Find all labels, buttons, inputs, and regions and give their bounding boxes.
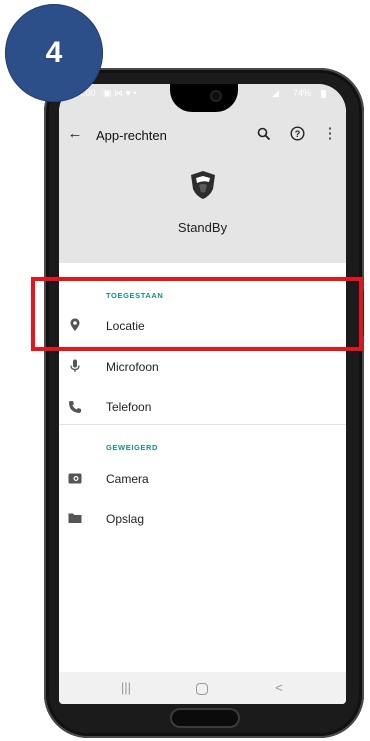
back-arrow-icon[interactable]: ← [65,124,85,144]
permission-row-camera[interactable]: Camera [59,461,346,497]
permission-row-phone[interactable]: Telefoon [59,390,346,426]
phone-screen: 14:00 ▣ ⋈ ♥ • ◢ 74% ← App-rechten ? ⋮ St… [59,84,346,704]
permission-label-phone: Telefoon [106,400,152,414]
more-options-icon[interactable]: ⋮ [320,124,340,144]
camera-icon [68,473,82,484]
back-button[interactable]: < [264,677,294,699]
app-name: StandBy [177,220,228,235]
recent-apps-button[interactable]: ||| [111,677,141,699]
toolbar-title: App-rechten [96,128,167,143]
permission-row-storage[interactable]: Opslag [59,501,346,537]
app-icon-shield [190,170,216,200]
permission-label-microphone: Microfoon [106,360,159,374]
highlight-box [31,277,363,351]
battery-icon [321,90,326,98]
help-icon[interactable]: ? [287,124,307,144]
step-badge: 4 [5,4,103,102]
status-battery: 74% [293,88,312,98]
search-icon[interactable] [254,124,274,144]
microphone-icon [70,359,80,372]
section-header-denied: GEWEIGERD [106,443,159,452]
hardware-home-button[interactable] [170,708,240,728]
front-camera [210,90,222,102]
camera-notch [170,84,238,112]
permission-row-microphone[interactable]: Microfoon [59,350,346,386]
permission-label-storage: Opslag [106,512,145,526]
folder-icon [68,513,82,523]
signal-icon: ◢ [272,88,279,98]
phone-icon [69,401,81,413]
svg-text:?: ? [294,129,300,139]
section-divider [59,424,346,425]
home-circle-icon [196,682,208,695]
permission-label-camera: Camera [106,472,149,486]
notification-icons: ▣ ⋈ ♥ • [103,88,137,98]
home-button[interactable] [187,677,217,699]
navigation-bar: ||| < [59,672,346,704]
